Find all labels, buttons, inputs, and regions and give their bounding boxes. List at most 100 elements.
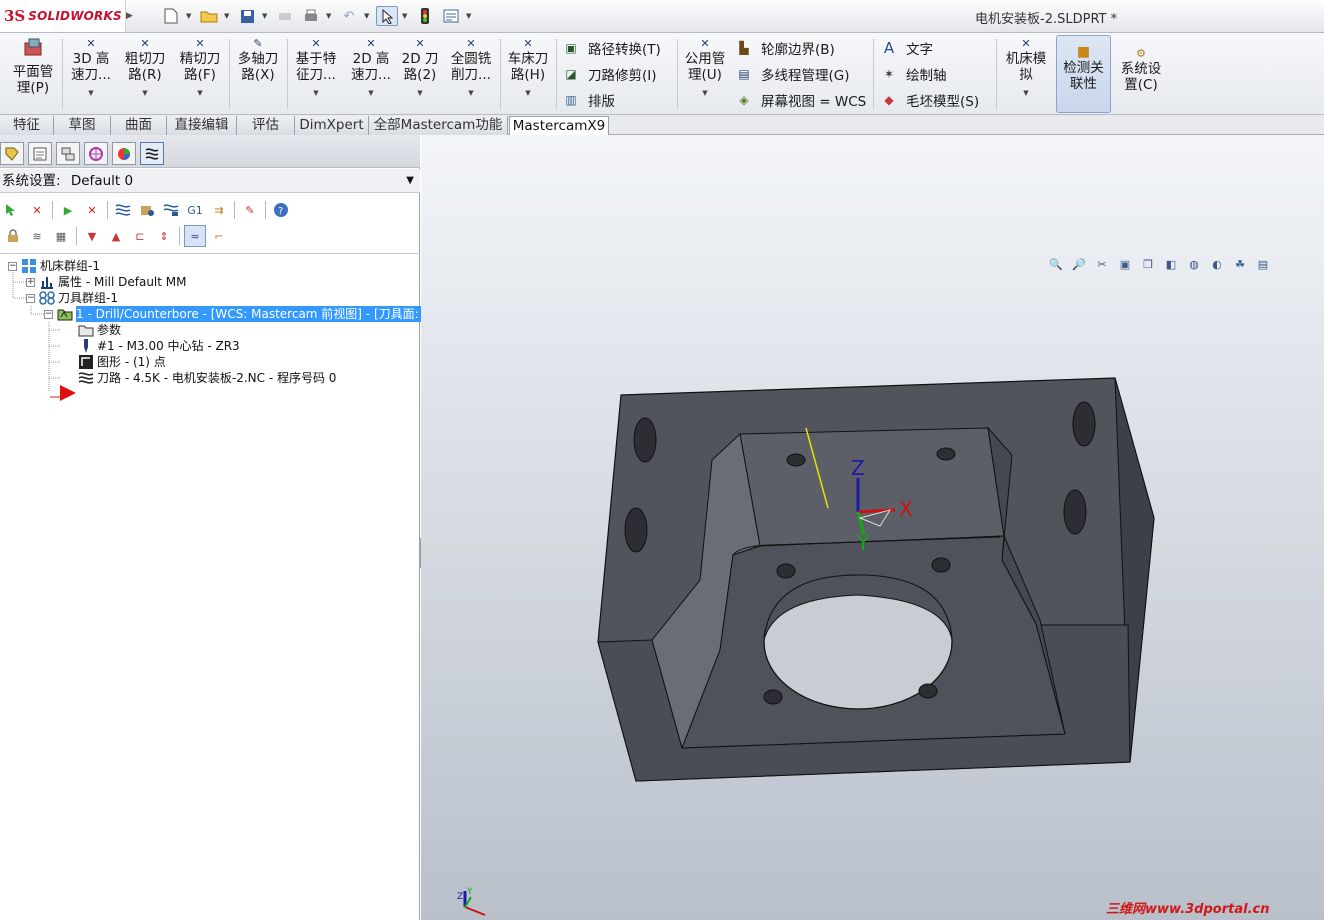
dropdown-icon[interactable]: ▼ <box>175 85 225 101</box>
dropdown-icon[interactable]: ▼ <box>445 85 497 101</box>
dropdown-icon[interactable]: ▼ <box>1001 85 1051 101</box>
plane-manager-button[interactable]: 平面管 理(P) <box>8 37 58 113</box>
open-dropdown-icon[interactable]: ▼ <box>224 12 232 20</box>
tab-direct-edit[interactable]: 直接编辑 <box>167 116 237 135</box>
property-manager-tab-icon[interactable] <box>28 142 52 165</box>
verify-icon[interactable] <box>136 199 158 221</box>
collapse-icon[interactable]: − <box>44 309 53 319</box>
feature-tree-tab-icon[interactable] <box>0 142 24 165</box>
save-icon[interactable] <box>236 6 258 26</box>
mastercam-toolpath-tab-icon[interactable] <box>140 142 164 165</box>
toggle-display-icon[interactable]: ≋ <box>26 225 48 247</box>
multithread-manager-button[interactable]: ▤ 多线程管理(G) <box>735 63 849 85</box>
contour-boundary-button[interactable]: ▙ 轮廓边界(B) <box>735 37 834 59</box>
path-transform-button[interactable]: ▣ 路径转换(T) <box>562 37 660 59</box>
chevron-down-icon[interactable]: ▼ <box>406 169 414 193</box>
select-all-operations-icon[interactable] <box>2 199 24 221</box>
select-dropdown-icon[interactable]: ▼ <box>402 12 410 20</box>
dropdown-icon[interactable]: ▼ <box>680 85 730 101</box>
tree-item-machine-group[interactable]: − 机床群组-1 <box>8 258 100 274</box>
tree-item-parameters[interactable]: 参数 <box>62 322 121 338</box>
dropdown-icon[interactable]: ▼ <box>346 85 396 101</box>
finish-toolpath-button[interactable]: ✕ 精切刀 路(F) ▼ <box>175 37 225 113</box>
graphics-viewport[interactable]: 🔍 🔎 ✂ ▣ ❒ ◧ ◍ ◐ ☘ ▤ Z X Y <box>421 135 1324 920</box>
open-folder-icon[interactable] <box>198 6 220 26</box>
traffic-light-icon[interactable] <box>414 6 436 26</box>
save-dropdown-icon[interactable]: ▼ <box>262 12 270 20</box>
backplot-icon[interactable] <box>112 199 134 221</box>
expand-icon[interactable]: + <box>26 277 35 287</box>
tab-sketch[interactable]: 草图 <box>54 116 111 135</box>
new-document-icon[interactable] <box>160 6 182 26</box>
display-manager-tab-icon[interactable] <box>112 142 136 165</box>
2d-hst-button[interactable]: ✕ 2D 高 速刀... ▼ <box>346 37 396 113</box>
3d-hst-button[interactable]: ✕ 3D 高 速刀... ▼ <box>66 37 116 113</box>
options-icon[interactable] <box>440 6 462 26</box>
print-icon[interactable] <box>300 6 322 26</box>
insert-arrow-icon[interactable]: ⊏ <box>129 225 151 247</box>
utilities-button[interactable]: ✕ 公用管 理(U) ▼ <box>680 37 730 113</box>
scroll-to-insert-icon[interactable]: ⇕ <box>153 225 175 247</box>
2d-toolpath-button[interactable]: ✕ 2D 刀 路(2) ▼ <box>398 37 442 113</box>
dropdown-icon[interactable]: ▼ <box>398 85 442 101</box>
dimxpert-tab-icon[interactable] <box>84 142 108 165</box>
select-arrow-icon[interactable] <box>376 6 398 26</box>
dropdown-icon[interactable]: ▼ <box>66 85 116 101</box>
collapse-icon[interactable]: − <box>8 261 17 271</box>
menu-expand-icon[interactable]: ▶ <box>126 4 136 28</box>
tab-mastercamx9[interactable]: MastercamX9 <box>509 116 609 136</box>
lathe-toolpath-button[interactable]: ✕ 车床刀 路(H) ▼ <box>503 37 553 113</box>
show-selected-geometry-icon[interactable]: ⌐ <box>208 225 230 247</box>
path-trim-button[interactable]: ◪ 刀路修剪(I) <box>562 63 656 85</box>
print-dropdown-icon[interactable]: ▼ <box>326 12 334 20</box>
screen-view-wcs-button[interactable]: ◈ 屏幕视图 = WCS <box>735 89 866 111</box>
tab-all-mastercam[interactable]: 全部Mastercam功能 <box>369 116 508 135</box>
move-down-icon[interactable]: ▼ <box>81 225 103 247</box>
circle-mill-button[interactable]: ✕ 全圆铣 削刀... ▼ <box>445 37 497 113</box>
new-dropdown-icon[interactable]: ▼ <box>186 12 194 20</box>
regenerate-dirty-icon[interactable]: ✕ <box>81 199 103 221</box>
multiaxis-toolpath-button[interactable]: ✎ 多轴刀 路(X) <box>233 37 283 113</box>
tree-item-geometry[interactable]: 图形 - (1) 点 <box>62 354 166 370</box>
insert-arrow-marker[interactable] <box>50 385 78 401</box>
configuration-tab-icon[interactable] <box>56 142 80 165</box>
help-icon[interactable]: ? <box>270 199 292 221</box>
regenerate-selected-icon[interactable]: ▶ <box>57 199 79 221</box>
tab-surfaces[interactable]: 曲面 <box>111 116 167 135</box>
tab-dimxpert[interactable]: DimXpert <box>295 116 369 135</box>
collapse-icon[interactable]: − <box>26 293 35 303</box>
post-output-icon[interactable]: ⇉ <box>208 199 230 221</box>
draw-axis-button[interactable]: ✶ 绘制轴 <box>880 63 947 85</box>
simulate-icon[interactable] <box>160 199 182 221</box>
tree-item-toolpath-group[interactable]: − 刀具群组-1 <box>26 290 118 306</box>
toggle-posting-icon[interactable]: ▦ <box>50 225 72 247</box>
print-preview-icon[interactable] <box>274 6 296 26</box>
move-up-icon[interactable]: ▲ <box>105 225 127 247</box>
tree-item-tool[interactable]: #1 - M3.00 中心钻 - ZR3 <box>62 338 240 354</box>
dropdown-icon[interactable]: ▼ <box>120 85 170 101</box>
feature-based-toolpath-button[interactable]: ✕ 基于特 征刀... ▼ <box>291 37 341 113</box>
tab-evaluate[interactable]: 评估 <box>237 116 295 135</box>
solidworks-logo[interactable]: 3S SOLIDWORKS <box>0 0 126 32</box>
undo-icon[interactable]: ↶ <box>338 6 360 26</box>
options-dropdown-icon[interactable]: ▼ <box>466 12 474 20</box>
g1-post-icon[interactable]: G1 <box>184 199 206 221</box>
rough-toolpath-button[interactable]: ✕ 粗切刀 路(R) ▼ <box>120 37 170 113</box>
nesting-button[interactable]: ▥ 排版 <box>562 89 615 111</box>
system-settings-row[interactable]: 系统设置: Default 0 ▼ <box>0 169 420 193</box>
text-button[interactable]: A 文字 <box>880 37 933 59</box>
show-selected-toolpath-icon[interactable]: ≈ <box>184 225 206 247</box>
stock-model-button[interactable]: ◆ 毛坯模型(S) <box>880 89 979 111</box>
lock-icon[interactable] <box>2 225 24 247</box>
tree-item-operation[interactable]: − 1 - Drill/Counterbore - [WCS: Masterca… <box>44 306 435 322</box>
dropdown-icon[interactable]: ▼ <box>291 85 341 101</box>
undo-dropdown-icon[interactable]: ▼ <box>364 12 372 20</box>
high-feed-icon[interactable]: ✎ <box>239 199 261 221</box>
tree-item-toolpath[interactable]: 刀路 - 4.5K - 电机安装板-2.NC - 程序号码 0 <box>62 370 336 386</box>
machine-sim-button[interactable]: ✕ 机床模 拟 ▼ <box>1001 37 1051 113</box>
check-associativity-button[interactable]: ■ 检测关 联性 <box>1056 35 1111 113</box>
tab-features[interactable]: 特征 <box>0 116 54 135</box>
system-settings-button[interactable]: ⚙ 系统设 置(C) <box>1116 37 1166 113</box>
deselect-all-icon[interactable]: ✕ <box>26 199 48 221</box>
tree-item-properties[interactable]: + 属性 - Mill Default MM <box>26 274 187 290</box>
